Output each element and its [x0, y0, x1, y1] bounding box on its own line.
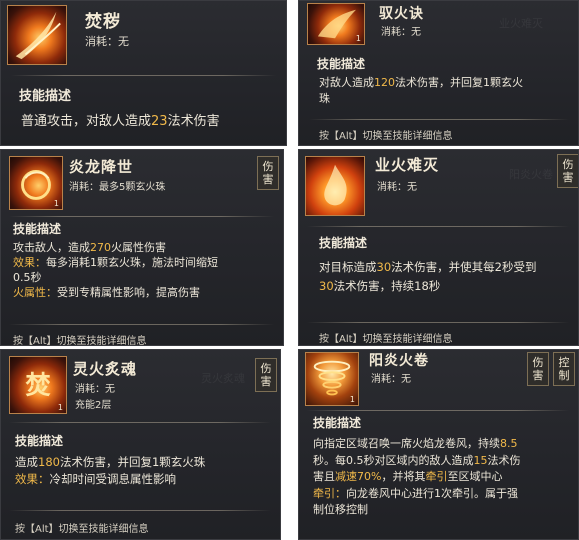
section-heading: 技能描述	[319, 236, 368, 250]
watermark: 阳炎火卷	[509, 168, 553, 181]
skill-cost: 消耗：无	[371, 374, 411, 385]
section-heading: 技能描述	[19, 89, 72, 104]
alt-switch-hint: 按【Alt】切换至技能详细信息	[319, 334, 453, 345]
skill-title: 业火难灭	[375, 156, 440, 174]
flame-slash-icon	[7, 5, 67, 65]
skill-description: 普通攻击，对敌人造成23法术伤害	[21, 114, 220, 129]
divider	[11, 75, 276, 76]
section-heading: 技能描述	[13, 222, 62, 236]
skill-description: 造成180法术伤害，并回复1颗玄火珠 效果：冷却时间受调息属性影响	[15, 455, 206, 486]
divider	[9, 422, 271, 423]
divider	[307, 410, 569, 411]
skill-description: 对目标造成30法术伤害，并使其每2秒受到 30法术伤害，持续18秒	[319, 260, 537, 293]
divider	[9, 324, 274, 325]
alt-switch-hint: 按【Alt】切换至技能详细信息	[13, 336, 147, 346]
skill-title: 灵火炙魂	[73, 360, 138, 378]
burning-flames-icon	[305, 156, 365, 216]
skill-description: 对敌人造成120法术伤害，并回复1颗玄火 珠	[319, 76, 523, 105]
skill-description: 攻击敌人，造成270火属性伤害 效果：每多消耗1颗玄火珠，施法时间缩短 0.5秒…	[13, 241, 218, 299]
damage-tag: 伤害	[255, 358, 277, 392]
divider	[307, 226, 569, 227]
fire-dragon-icon: 1	[9, 156, 63, 210]
watermark: 业火难灭	[499, 17, 543, 30]
skill-title: 驭火诀	[379, 6, 424, 22]
spirit-fire-icon: 焚 1	[9, 356, 67, 414]
watermark: 灵火炙魂	[201, 372, 245, 385]
skill-cost: 消耗：无	[75, 384, 115, 395]
divider	[9, 510, 271, 511]
skill-card-yanlongjiangshi: 1 炎龙降世 消耗：最多5颗玄火珠 伤害 技能描述 攻击敌人，造成270火属性伤…	[0, 149, 284, 346]
alt-switch-hint: 按【Alt】切换至技能详细信息	[15, 524, 149, 535]
skill-cost: 消耗：无	[381, 27, 421, 38]
fire-bird-icon: 1	[307, 3, 365, 45]
skill-title: 焚秽	[85, 12, 121, 32]
damage-tag: 伤害	[557, 154, 578, 188]
section-heading: 技能描述	[313, 416, 362, 430]
skill-title: 阳炎火卷	[369, 353, 429, 369]
divider	[9, 216, 274, 217]
fire-tornado-icon: 1	[305, 352, 359, 406]
skill-card-yuhuojue: 1 驭火诀 消耗：无 业火难灭 技能描述 对敌人造成120法术伤害，并回复1颗玄…	[298, 0, 579, 146]
skill-cost: 消耗：无	[85, 35, 129, 48]
skill-card-fenhui: 焚秽 消耗：无 技能描述 普通攻击，对敌人造成23法术伤害	[0, 0, 287, 146]
skill-card-yangyanhuojuan: 1 阳炎火卷 消耗：无 伤害 控制 技能描述 向指定区域召唤一席火焰龙卷风，持续…	[298, 349, 579, 540]
divider	[307, 322, 569, 323]
damage-tag: 伤害	[527, 352, 549, 386]
skill-card-linghuozhihun: 焚 1 灵火炙魂 消耗：无 充能2层 灵火炙魂 伤害 技能描述 造成180法术伤…	[0, 349, 281, 540]
damage-tag: 伤害	[257, 156, 279, 190]
section-heading: 技能描述	[15, 434, 64, 448]
svg-text:焚: 焚	[25, 370, 51, 400]
skill-charges: 充能2层	[75, 400, 112, 411]
skill-cost: 消耗：最多5颗玄火珠	[69, 182, 166, 193]
skill-description: 向指定区域召唤一席火焰龙卷风，持续8.5 秒。每0.5秒对区域内的敌人造成15法…	[313, 437, 521, 516]
control-tag: 控制	[553, 352, 575, 386]
skill-title: 炎龙降世	[69, 158, 134, 176]
alt-switch-hint: 按【Alt】切换至技能详细信息	[319, 131, 453, 142]
skill-card-yehuonanmie: 业火难灭 消耗：无 阳炎火卷 伤害 技能描述 对目标造成30法术伤害，并使其每2…	[298, 149, 579, 346]
divider	[309, 119, 569, 120]
section-heading: 技能描述	[317, 57, 366, 71]
skill-cost: 消耗：无	[377, 182, 417, 193]
